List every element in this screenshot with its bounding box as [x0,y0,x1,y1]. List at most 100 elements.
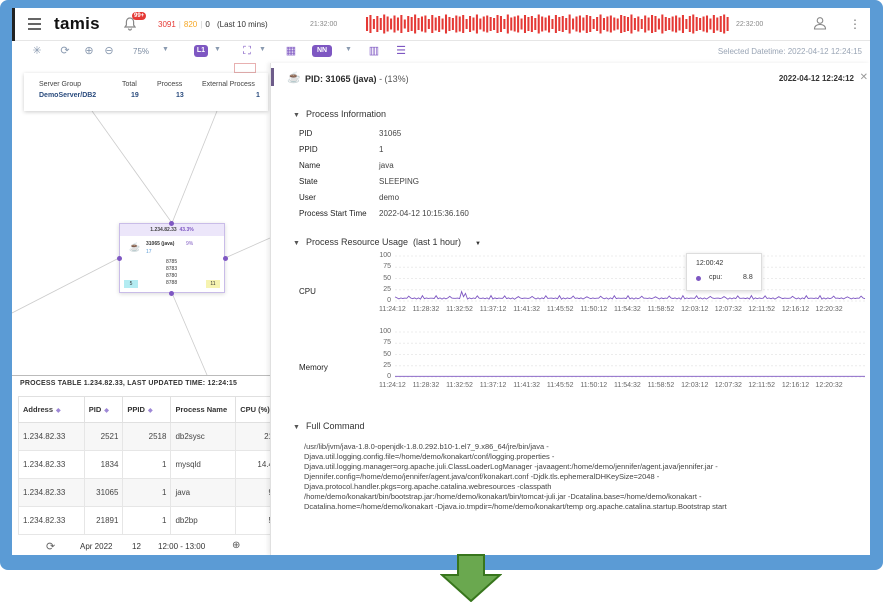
full-command-text: /usr/lib/jvm/java-1.8.0-openjdk-1.8.0.29… [304,442,727,511]
node-badge-right: 11 [206,280,220,288]
col-process-name[interactable]: Process Name [170,396,237,423]
timeline-bar [685,19,688,29]
zoom-level[interactable]: 75% [133,47,149,56]
refresh-icon[interactable]: ⟳ [46,540,55,553]
bar-chart-icon[interactable]: ▥ [367,44,381,58]
timeline-bar [726,17,729,31]
timeline-bar [455,15,458,33]
timeline-bar [503,19,506,29]
timeline-bar [465,19,468,29]
node-port: 8780 [166,273,178,279]
footer-day[interactable]: 12 [132,542,141,551]
table-row[interactable]: 1.234.82.33 1834 1 mysqld 14.4 [18,450,278,479]
timeline-bar [369,15,372,33]
more-options-icon[interactable]: ⋮ [849,17,861,31]
event-timeline-chart[interactable] [366,13,730,35]
nn-dropdown-icon[interactable]: ▼ [345,46,352,53]
timeline-bar [716,17,719,31]
level-selector[interactable]: L1 [194,45,208,57]
x-tick-label: 11:54:32 [614,306,641,313]
timeline-bar [723,14,726,34]
node-port: 8788 [166,280,178,286]
x-tick-label: 11:41:32 [513,306,541,313]
x-tick-label: 11:50:12 [580,382,608,389]
footer-range[interactable]: 12:00 - 13:00 [158,542,205,551]
zoom-in-icon[interactable]: ⊕ [232,540,240,551]
grid-view-icon[interactable]: ▦ [284,44,298,58]
timeline-bar [596,17,599,31]
timeline-bar [681,15,684,33]
timeline-bar [544,17,547,31]
tooltip-series: cpu: [709,274,723,281]
timeline-bar [705,15,709,33]
timeline-bar [688,16,691,32]
x-tick-label: 11:28:32 [412,306,440,313]
node-connector [169,291,174,296]
nn-selector[interactable]: NN [312,45,332,57]
hamburger-menu-icon[interactable] [28,18,41,30]
footer-month[interactable]: Apr 2022 [80,542,112,551]
timeline-bar [510,17,513,31]
timeline-bar [558,17,561,31]
timeline-bar [441,18,444,30]
timeline-bar [719,16,722,32]
zoom-in-icon[interactable]: ⊕ [82,44,96,58]
x-tick-label: 12:16:12 [781,382,810,389]
chevron-down-icon: ▼ [293,424,300,431]
fit-view-icon[interactable]: ⛶ [240,44,254,58]
bell-icon[interactable]: 99+ [123,12,147,36]
topology-canvas[interactable]: Server Group Total Process External Proc… [12,63,270,375]
node-pct: 43.3% [179,227,194,233]
timeline-bar [609,15,612,33]
timeline-bar [496,15,499,33]
refresh-icon[interactable]: ⟳ [58,44,72,58]
timeline-bar [548,15,551,33]
timeline-bar [537,14,540,34]
timeline-bar [541,16,544,32]
server-group-card: Server Group Total Process External Proc… [24,73,268,111]
table-row[interactable]: 1.234.82.33218911db2bp5 [18,506,278,535]
fit-dropdown-icon[interactable]: ▼ [259,46,266,53]
section-full-command[interactable]: ▼ Full Command [293,421,364,431]
user-icon[interactable] [813,16,827,35]
count-normal: 0 [205,20,210,29]
usage-charts[interactable] [271,63,870,403]
level-dropdown-icon[interactable]: ▼ [214,46,221,53]
x-tick-label: 11:54:32 [614,382,641,389]
col-ppid[interactable]: PPID ◆ [122,396,172,423]
tooltip-time: 12:00:42 [696,260,724,267]
timeline-bar [692,14,695,34]
timeline-bar [582,17,585,31]
x-tick-label: 12:03:12 [681,306,709,313]
list-view-icon[interactable]: ☰ [394,44,408,58]
sg-header-process: Process [157,81,183,88]
count-critical: 3091 [158,20,176,29]
col-pid[interactable]: PID ◆ [83,396,124,423]
notification-badge: 99+ [132,12,147,20]
timeline-end: 22:32:00 [736,21,764,28]
timeline-bar [640,19,643,29]
timeline-bar [651,15,654,33]
server-node[interactable]: 1.234.82.33 43.3% ☕ 31065 (java) 9% 17 8… [119,223,225,293]
timeline-bar [585,15,588,33]
sg-value-external: 1 [256,92,260,99]
event-counts[interactable]: 3091 | 820 | 0 (Last 10 mins) [158,20,268,29]
table-row[interactable]: 1.234.82.33310651java9 [18,478,278,507]
network-icon[interactable]: ✳ [30,44,44,58]
sg-header-total: Total [122,81,137,88]
col-address[interactable]: Address ◆ [18,396,85,423]
zoom-dropdown-icon[interactable]: ▼ [162,46,169,53]
table-row[interactable]: 1.234.82.33 2521 2518 db2sysc 21 [18,422,278,451]
zoom-out-icon[interactable]: ⊖ [102,44,116,58]
timeline-bar [712,15,715,33]
y-tick-label: 75 [383,339,391,347]
chart-tooltip: 12:00:42 cpu: 8.8 [686,253,762,291]
timeline-bar [554,15,557,33]
sg-value-group[interactable]: DemoServer/DB2 [39,92,96,99]
timeline-bar [417,18,420,30]
timeline-bar [448,17,451,31]
timeline-bar [396,17,399,31]
java-icon: ☕ [129,242,141,252]
timeline-bar [400,15,403,33]
timeline-bar [709,18,712,30]
